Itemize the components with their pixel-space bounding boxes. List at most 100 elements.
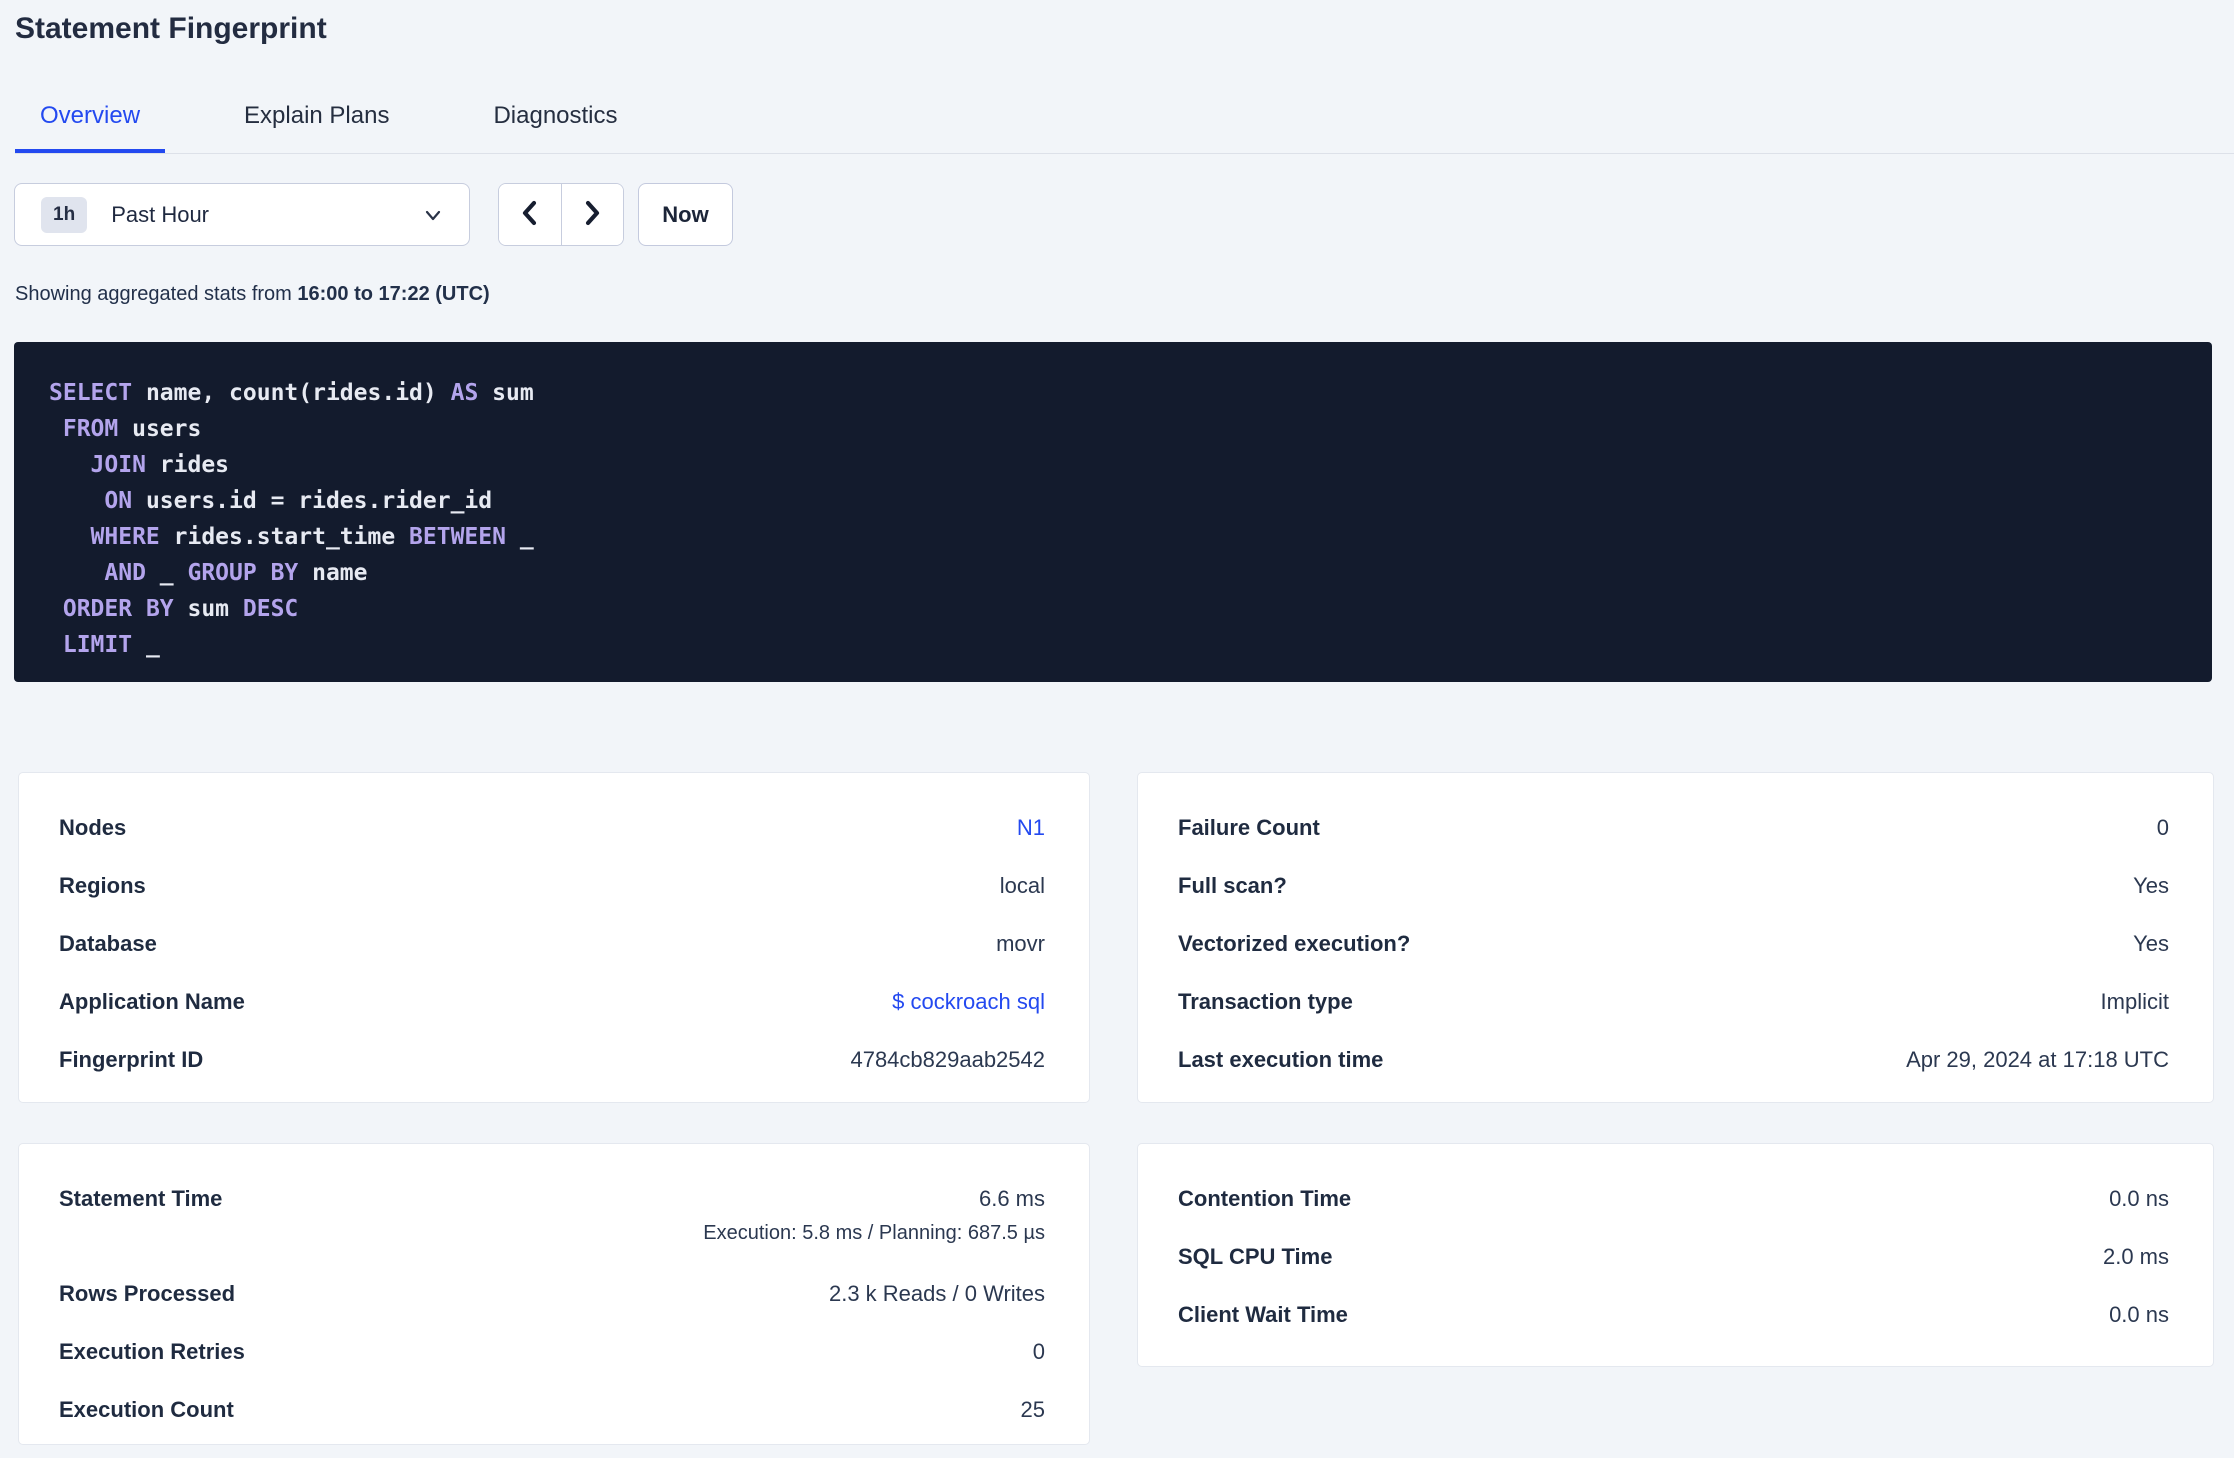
- card-wait-timing: Contention Time 0.0 ns SQL CPU Time 2.0 ms C…: [1137, 1143, 2214, 1367]
- sql-line: ON users.id = rides.rider_id: [104, 488, 493, 514]
- stat-row-client-wait-time: Client Wait Time 0.0 ns: [1178, 1302, 2169, 1328]
- chevron-down-icon: [423, 205, 443, 225]
- stat-row-contention-time: Contention Time 0.0 ns: [1178, 1186, 2169, 1212]
- sql-line: SELECT name, count(rides.id) AS sum: [49, 380, 534, 406]
- stat-row-fingerprint-id: Fingerprint ID 4784cb829aab2542: [59, 1047, 1045, 1073]
- stat-value-block: 4784cb829aab2542: [850, 1047, 1045, 1073]
- stat-row-vectorized-execution: Vectorized execution? Yes: [1178, 931, 2169, 957]
- page-title: Statement Fingerprint: [15, 12, 327, 45]
- stat-value: 2.0 ms: [2102, 1244, 2169, 1269]
- stat-value: 6.6 ms: [978, 1186, 1045, 1211]
- stat-value: 0.0 ns: [2109, 1186, 2169, 1211]
- aggregated-stats-caption: Showing aggregated stats from 16:00 to 1…: [15, 283, 490, 306]
- time-range-select[interactable]: 1h Past Hour: [14, 183, 470, 246]
- stat-label: Regions: [59, 873, 146, 898]
- stat-value: Implicit: [2100, 989, 2169, 1014]
- stat-value-block: 6.6 ms Execution: 5.8 ms / Planning: 687.…: [703, 1186, 1045, 1245]
- stat-value-block: 25: [1021, 1397, 1045, 1423]
- sql-line: FROM users: [62, 416, 202, 442]
- stat-row-failure-count: Failure Count 0: [1178, 815, 2169, 841]
- stat-value: Yes: [2133, 873, 2169, 898]
- stat-label: Execution Count: [59, 1397, 234, 1422]
- stat-label: Last execution time: [1178, 1047, 1384, 1072]
- sql-line: JOIN rides: [90, 452, 230, 478]
- stat-value: 0.0 ns: [2109, 1302, 2169, 1327]
- stat-label: SQL CPU Time: [1178, 1244, 1333, 1269]
- stat-value-block: 0: [1033, 1339, 1045, 1365]
- stat-label: Client Wait Time: [1178, 1302, 1348, 1327]
- stat-value-subtext: Execution: 5.8 ms / Planning: 687.5 µs: [703, 1222, 1045, 1244]
- stat-value-block: movr: [996, 931, 1045, 957]
- card-overview-details-left: Nodes N1 Regions local Database movr Applicati…: [18, 772, 1090, 1103]
- stat-value: movr: [996, 931, 1045, 956]
- sql-statement-box: SELECT name, count(rides.id) AS sum FROM…: [14, 342, 2212, 682]
- stat-value-block: $ cockroach sql: [892, 989, 1045, 1015]
- stat-value: 0: [2156, 815, 2169, 840]
- stat-row-database: Database movr: [59, 931, 1045, 957]
- sql-line: WHERE rides.start_time BETWEEN _: [90, 524, 534, 550]
- card-overview-details-right: Failure Count 0 Full scan? Yes Vectorized ex…: [1137, 772, 2214, 1103]
- now-button[interactable]: Now: [638, 183, 733, 246]
- stat-label: Vectorized execution?: [1178, 931, 1411, 956]
- stat-value-block: Yes: [2133, 931, 2169, 957]
- stat-value: 25: [1020, 1397, 1045, 1422]
- stat-label: Rows Processed: [59, 1281, 236, 1306]
- stat-row-execution-retries: Execution Retries 0: [59, 1339, 1045, 1365]
- stat-label: Failure Count: [1178, 815, 1320, 840]
- stat-row-nodes: Nodes N1: [59, 815, 1045, 841]
- stat-row-regions: Regions local: [59, 873, 1045, 899]
- stat-row-transaction-type: Transaction type Implicit: [1178, 989, 2169, 1015]
- stat-value: Apr 29, 2024 at 17:18 UTC: [1906, 1047, 2169, 1072]
- sql-line: ORDER BY sum DESC: [62, 596, 299, 622]
- stat-value-block: 2.3 k Reads / 0 Writes: [829, 1281, 1045, 1307]
- sql-line: AND _ GROUP BY name: [104, 560, 368, 586]
- caption-prefix: Showing aggregated stats from: [15, 283, 298, 305]
- tab-overview[interactable]: Overview: [15, 102, 166, 153]
- tab-diagnostics[interactable]: Diagnostics: [468, 102, 642, 153]
- stat-value-link[interactable]: N1: [1017, 815, 1045, 840]
- stat-value-block: Implicit: [2101, 989, 2169, 1015]
- stat-row-rows-processed: Rows Processed 2.3 k Reads / 0 Writes: [59, 1281, 1045, 1307]
- stat-value-block: local: [1000, 873, 1045, 899]
- chevron-left-icon: [518, 200, 542, 229]
- stat-label: Database: [59, 931, 157, 956]
- chevron-right-icon: [580, 200, 604, 229]
- time-range-label: Past Hour: [111, 201, 210, 227]
- caption-time-range: 16:00 to 17:22 (UTC): [297, 283, 490, 305]
- time-range-badge: 1h: [41, 196, 88, 233]
- stat-label: Transaction type: [1178, 989, 1353, 1014]
- stat-row-sql-cpu-time: SQL CPU Time 2.0 ms: [1178, 1244, 2169, 1270]
- stat-value-block: Apr 29, 2024 at 17:18 UTC: [1906, 1047, 2169, 1073]
- stat-row-last-execution-time: Last execution time Apr 29, 2024 at 17:18…: [1178, 1047, 2169, 1073]
- prev-range-button[interactable]: [499, 184, 562, 245]
- stat-row-statement-time: Statement Time 6.6 ms Execution: 5.8 ms / …: [59, 1186, 1045, 1245]
- stat-label: Fingerprint ID: [59, 1047, 204, 1072]
- stat-label: Full scan?: [1178, 873, 1287, 898]
- stat-label: Nodes: [59, 815, 127, 840]
- stat-row-application-name: Application Name $ cockroach sql: [59, 989, 1045, 1015]
- next-range-button[interactable]: [561, 184, 623, 245]
- stat-row-execution-count: Execution Count 25: [59, 1397, 1045, 1423]
- statement-fingerprint-page: Statement Fingerprint Overview Explain Pl…: [0, 0, 2234, 1458]
- stat-value: 0: [1032, 1339, 1045, 1364]
- sql-line: LIMIT _: [62, 632, 160, 658]
- stat-value-block: Yes: [2133, 873, 2169, 899]
- stat-label: Statement Time: [59, 1186, 223, 1211]
- stat-value: 2.3 k Reads / 0 Writes: [828, 1281, 1045, 1306]
- stat-row-full-scan: Full scan? Yes: [1178, 873, 2169, 899]
- stat-label: Execution Retries: [59, 1339, 245, 1364]
- stat-label: Contention Time: [1178, 1186, 1352, 1211]
- stat-value: Yes: [2133, 931, 2169, 956]
- stat-value: 4784cb829aab2542: [850, 1047, 1045, 1072]
- stat-value-block: 2.0 ms: [2103, 1244, 2169, 1270]
- stat-value-block: 0.0 ns: [2109, 1302, 2169, 1328]
- stat-value: local: [999, 873, 1045, 898]
- stat-value-link[interactable]: $ cockroach sql: [892, 989, 1045, 1014]
- tab-bar: Overview Explain Plans Diagnostics: [15, 102, 2234, 154]
- card-statement-timing: Statement Time 6.6 ms Execution: 5.8 ms / …: [18, 1143, 1090, 1445]
- stat-value-block: N1: [1017, 815, 1045, 841]
- time-range-pager: [498, 183, 624, 246]
- stat-label: Application Name: [59, 989, 245, 1014]
- tab-explain-plans[interactable]: Explain Plans: [219, 102, 414, 153]
- stat-value-block: 0.0 ns: [2109, 1186, 2169, 1212]
